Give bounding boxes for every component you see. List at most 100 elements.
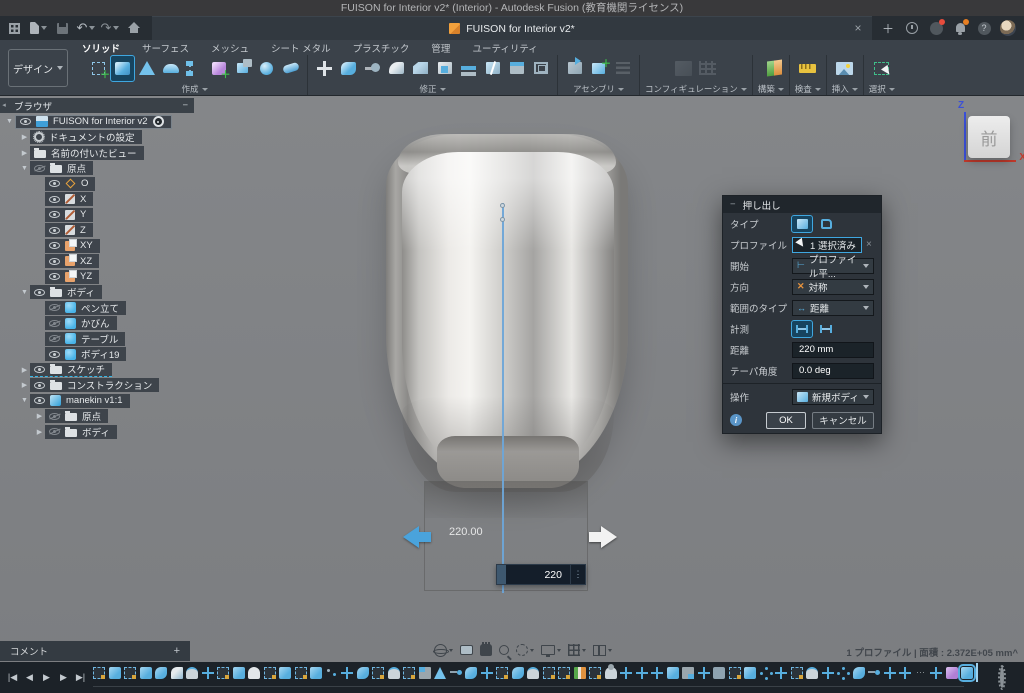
document-tab[interactable]: FUISON for Interior v2* × [152, 16, 872, 40]
step-forward-button[interactable]: ▶ [57, 671, 70, 684]
fillet-button[interactable] [385, 56, 408, 81]
visibility-icon[interactable] [49, 227, 60, 234]
ribbon-group-label[interactable]: 選択 [869, 83, 895, 95]
timeline-move[interactable] [202, 667, 214, 679]
axis-handle-top[interactable] [500, 203, 505, 208]
tree-item-ボディ[interactable]: ボディ [45, 425, 117, 439]
offset-face-button[interactable] [457, 56, 480, 81]
extrude-drag-arrow-left[interactable] [392, 526, 419, 548]
timeline-extrude[interactable] [279, 667, 291, 679]
tree-item-ドキュメントの設定[interactable]: ドキュメントの設定 [30, 130, 142, 144]
extrude-drag-arrow-right[interactable] [601, 526, 628, 548]
visibility-icon[interactable] [20, 118, 31, 125]
timeline-move[interactable] [341, 667, 353, 679]
timeline-move[interactable] [884, 667, 896, 679]
shell-button[interactable] [433, 56, 456, 81]
timeline-sketch[interactable] [295, 667, 307, 679]
tree-item-コンストラクション[interactable]: コンストラクション [30, 378, 159, 392]
ribbon-tab-プラスチック[interactable]: プラスチック [353, 41, 410, 54]
replace-face-button[interactable] [505, 56, 528, 81]
timeline-scale[interactable] [837, 667, 849, 679]
app-launcher-icon[interactable] [4, 19, 24, 37]
timeline-combine[interactable] [465, 667, 477, 679]
timeline-extrude[interactable] [109, 667, 121, 679]
distance-input[interactable]: 220 mm [792, 342, 874, 358]
add-comment-icon[interactable]: + [174, 645, 180, 657]
tree-item-manekin v1:1[interactable]: manekin v1:1 [30, 394, 130, 408]
timeline-extrude[interactable] [310, 667, 322, 679]
timeline-fillet[interactable] [171, 667, 183, 679]
timeline-sketch[interactable] [264, 667, 276, 679]
timeline-combine[interactable] [853, 667, 865, 679]
timeline-move[interactable] [775, 667, 787, 679]
ribbon-group-label[interactable]: 挿入 [832, 83, 858, 95]
ribbon-tab-シート メタル[interactable]: シート メタル [271, 41, 331, 54]
move-copy-button[interactable] [313, 56, 336, 81]
axis-handle-second[interactable] [500, 217, 505, 222]
visibility-icon[interactable] [34, 382, 45, 389]
tree-expand-arrow[interactable]: ▼ [19, 289, 30, 296]
timeline-corner[interactable] [682, 667, 694, 679]
configuration-table-button[interactable] [696, 56, 719, 81]
orbit-button[interactable] [434, 644, 453, 657]
dimension-stepper[interactable]: ⋮ [570, 565, 585, 584]
visibility-icon[interactable] [49, 196, 60, 203]
timeline-sculpt[interactable] [605, 667, 617, 679]
workspace-switcher[interactable]: デザイン [8, 49, 68, 87]
timeline-loft[interactable] [434, 667, 446, 679]
play-button[interactable]: ▶ [40, 671, 53, 684]
construction-plane-button[interactable] [759, 56, 782, 81]
timeline-sketch[interactable] [543, 667, 555, 679]
browser-collapse-handle[interactable]: ◂ [0, 98, 8, 113]
timeline-extrude[interactable] [140, 667, 152, 679]
timeline-move[interactable] [899, 667, 911, 679]
profile-clear-icon[interactable]: × [866, 239, 872, 250]
dialog-collapse-icon[interactable]: − [730, 199, 736, 210]
home-icon[interactable] [124, 19, 144, 37]
timeline-form[interactable] [806, 667, 818, 679]
dimension-input[interactable]: 220 ⋮ [496, 564, 586, 585]
create-mesh-button[interactable] [207, 56, 230, 81]
tree-item-O[interactable]: O [45, 177, 95, 191]
profile-select-button[interactable]: 1 選択済み [792, 237, 862, 253]
ribbon-group-label[interactable]: 修正 [419, 83, 445, 95]
primitive-pipe-button[interactable] [279, 56, 302, 81]
visibility-icon[interactable] [34, 397, 45, 404]
ribbon-group-label[interactable]: 検査 [795, 83, 821, 95]
timeline-sketch[interactable] [217, 667, 229, 679]
info-icon[interactable]: i [730, 414, 742, 426]
timeline-form[interactable] [527, 667, 539, 679]
loft-rails-button[interactable] [183, 56, 206, 81]
timeline-form-purple[interactable] [946, 667, 958, 679]
timeline-extrude[interactable] [667, 667, 679, 679]
extrude-button[interactable] [111, 56, 134, 81]
visibility-icon[interactable] [49, 180, 60, 187]
tree-expand-arrow[interactable]: ▼ [19, 397, 30, 404]
primitive-box-button[interactable] [231, 56, 254, 81]
timeline-sketch[interactable] [403, 667, 415, 679]
hierarchy-button[interactable] [611, 56, 634, 81]
browser-minimize-icon[interactable]: − [182, 100, 188, 111]
timeline-form[interactable] [388, 667, 400, 679]
tree-item-ペン立て[interactable]: ペン立て [45, 301, 126, 315]
timeline-extrude[interactable] [233, 667, 245, 679]
timeline-sketch[interactable] [729, 667, 741, 679]
tree-expand-arrow[interactable]: ▼ [19, 165, 30, 172]
tree-item-原点[interactable]: 原点 [30, 161, 93, 175]
operation-dropdown[interactable]: 新規ボディ [792, 389, 874, 405]
primitive-sphere-button[interactable] [255, 56, 278, 81]
timeline-extrude[interactable] [744, 667, 756, 679]
visibility-icon[interactable] [49, 242, 60, 249]
joint-button[interactable] [587, 56, 610, 81]
timeline-move[interactable] [822, 667, 834, 679]
tree-item-XY[interactable]: XY [45, 239, 100, 253]
tree-item-Y[interactable]: Y [45, 208, 93, 222]
timeline-point[interactable] [326, 667, 338, 679]
tab-close-icon[interactable]: × [850, 21, 866, 37]
select-button[interactable] [870, 56, 893, 81]
visibility-off-icon[interactable] [49, 320, 60, 327]
tree-expand-arrow[interactable]: ▼ [4, 118, 15, 125]
combine-button[interactable] [337, 56, 360, 81]
extent-type-dropdown[interactable]: ↔ 距離 [792, 300, 874, 316]
type-thin-button[interactable] [816, 216, 836, 232]
